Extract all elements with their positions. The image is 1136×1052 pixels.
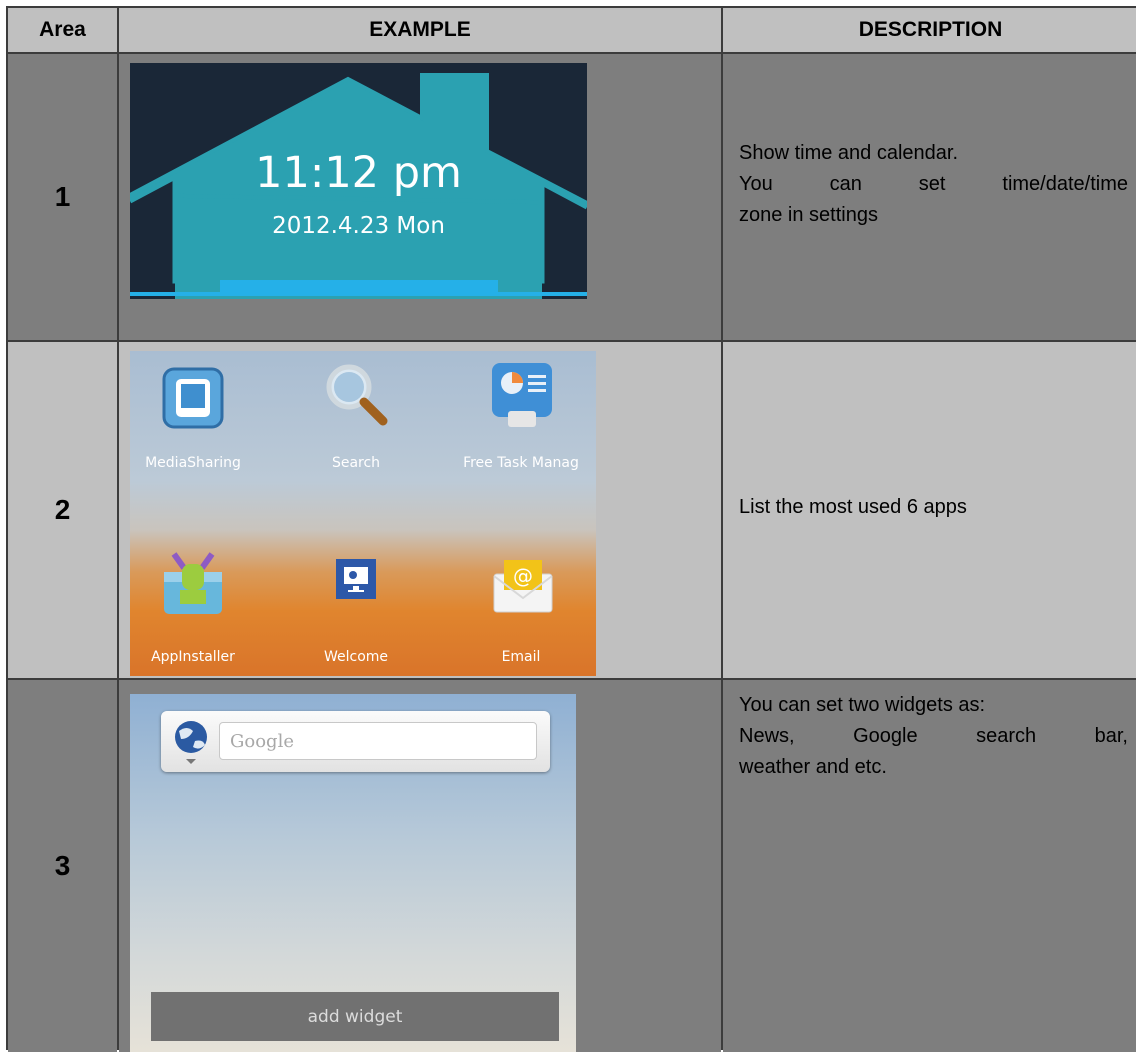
description-line: You can set time/date/time	[739, 173, 1128, 195]
row-2-area: 2	[8, 342, 117, 678]
column-divider	[721, 8, 723, 1050]
app-label: AppInstaller	[151, 649, 235, 665]
app-label: Email	[501, 649, 541, 665]
globe-icon	[175, 721, 207, 764]
column-divider	[117, 8, 119, 1050]
svg-text:@: @	[513, 564, 533, 588]
clock-date: 2012.4.23 Mon	[272, 213, 445, 239]
app-label: Search	[331, 455, 381, 471]
app-label: Welcome	[323, 649, 389, 665]
app-grid-screenshot: MediaSharing Search Free Task Manag AppI…	[130, 351, 596, 676]
description-line: zone in settings	[739, 204, 878, 226]
header-description: DESCRIPTION	[723, 8, 1136, 52]
header-description-label: DESCRIPTION	[858, 18, 1003, 41]
description-line: weather and etc.	[739, 756, 887, 778]
task-manager-icon	[492, 363, 552, 427]
row-3-area: 3	[8, 680, 117, 1052]
row-divider	[8, 340, 1136, 342]
app-free-task-manager[interactable]: Free Task Manag	[446, 351, 596, 511]
header-example-label: EXAMPLE	[369, 18, 471, 41]
header-example: EXAMPLE	[119, 8, 721, 52]
add-widget-button[interactable]: add widget	[151, 992, 559, 1041]
header-area: Area	[8, 8, 117, 52]
clock-time: 11:12 pm	[255, 148, 462, 198]
row-2-description: List the most used 6 apps	[723, 342, 1136, 678]
help-table: Area EXAMPLE DESCRIPTION 1 Show time and…	[6, 6, 1136, 1052]
widget-screenshot: Google add widget	[130, 694, 576, 1052]
welcome-icon	[336, 559, 376, 599]
app-installer-icon	[164, 552, 222, 614]
media-sharing-icon	[162, 367, 224, 429]
clock-widget-screenshot: 11:12 pm 2012.4.23 Mon	[130, 63, 587, 299]
app-appinstaller[interactable]: AppInstaller	[130, 516, 268, 676]
area-number: 2	[54, 494, 71, 525]
row-1-description: Show time and calendar. You can set time…	[723, 54, 1136, 340]
google-search-input[interactable]: Google	[219, 722, 537, 760]
row-divider	[8, 52, 1136, 54]
header-area-label: Area	[39, 18, 86, 41]
app-welcome[interactable]: Welcome	[281, 516, 431, 676]
area-number: 3	[54, 850, 71, 881]
google-search-widget[interactable]: Google	[161, 711, 550, 772]
row-divider	[8, 678, 1136, 680]
row-3-description: You can set two widgets as: News, Google…	[723, 680, 1136, 1052]
description-line: Show time and calendar.	[739, 142, 959, 164]
app-search[interactable]: Search	[281, 351, 431, 511]
row-1-area: 1	[8, 54, 117, 340]
description-line: You can set two widgets as:	[739, 694, 986, 716]
email-icon: @	[493, 560, 553, 613]
description-line: News, Google search bar,	[739, 725, 1128, 747]
app-label: MediaSharing	[145, 455, 241, 471]
app-email[interactable]: @ Email	[446, 516, 596, 676]
app-label: Free Task Manag	[463, 455, 579, 471]
description-line: List the most used 6 apps	[739, 496, 967, 518]
area-number: 1	[54, 181, 71, 212]
magnifier-icon	[326, 364, 388, 426]
app-media-sharing[interactable]: MediaSharing	[130, 351, 268, 511]
